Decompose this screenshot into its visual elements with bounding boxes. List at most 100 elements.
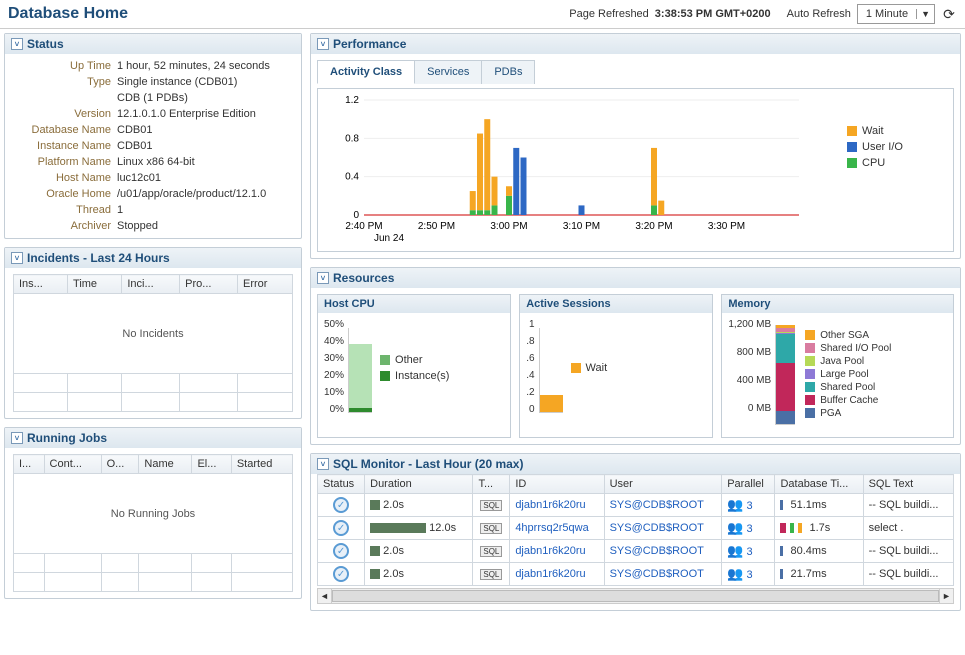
status-label: [13, 92, 111, 104]
table-row[interactable]: ✓ 2.0sSQLdjabn1r6k20ruSYS@CDB$ROOT👥 3 21…: [318, 563, 954, 586]
sql-type-icon: SQL: [480, 523, 502, 534]
column-header[interactable]: Parallel: [722, 475, 775, 494]
status-label: Platform Name: [13, 156, 111, 168]
column-header[interactable]: Pro...: [180, 275, 238, 294]
performance-title: Performance: [333, 37, 406, 51]
page-refreshed-label: Page Refreshed: [569, 8, 649, 20]
status-label: Up Time: [13, 60, 111, 72]
refresh-icon[interactable]: ⟳: [941, 6, 957, 22]
svg-text:2:50 PM: 2:50 PM: [418, 221, 455, 232]
tab-pdbs[interactable]: PDBs: [481, 60, 535, 84]
status-value: /u01/app/oracle/product/12.1.0: [117, 188, 293, 200]
horizontal-scrollbar[interactable]: ◄ ►: [317, 588, 954, 604]
collapse-icon[interactable]: ˅: [317, 458, 329, 470]
table-row[interactable]: ✓ 2.0sSQLdjabn1r6k20ruSYS@CDB$ROOT👥 3 80…: [318, 540, 954, 563]
page-title: Database Home: [8, 5, 128, 23]
parallel-icon: 👥: [727, 543, 743, 558]
activity-chart: 00.40.81.22:40 PM2:50 PM3:00 PM3:10 PM3:…: [324, 95, 847, 245]
sql-type-icon: SQL: [480, 569, 502, 580]
sql-id-link[interactable]: djabn1r6k20ru: [515, 545, 585, 557]
status-label: Type: [13, 76, 111, 88]
collapse-icon[interactable]: ˅: [11, 432, 23, 444]
column-header[interactable]: El...: [192, 455, 231, 474]
svg-text:0.4: 0.4: [345, 172, 359, 183]
legend-item: CPU: [847, 157, 947, 169]
column-header[interactable]: Started: [231, 455, 292, 474]
column-header[interactable]: Status: [318, 475, 365, 494]
column-header[interactable]: I...: [14, 455, 45, 474]
running-jobs-empty: No Running Jobs: [14, 474, 293, 554]
scroll-left-icon[interactable]: ◄: [318, 589, 332, 603]
sql-id-link[interactable]: djabn1r6k20ru: [515, 568, 585, 580]
legend-item: User I/O: [847, 141, 947, 153]
collapse-icon[interactable]: ˅: [317, 272, 329, 284]
status-label: Archiver: [13, 220, 111, 232]
sql-user-link[interactable]: SYS@CDB$ROOT: [610, 545, 704, 557]
column-header[interactable]: SQL Text: [863, 475, 953, 494]
auto-refresh-select[interactable]: 1 Minute ▼: [857, 4, 935, 24]
collapse-icon[interactable]: ˅: [11, 252, 23, 264]
chevron-down-icon: ▼: [916, 9, 934, 19]
host-cpu-title: Host CPU: [318, 295, 510, 313]
page-refreshed-time: 3:38:53 PM GMT+0200: [655, 8, 771, 20]
svg-text:2:40 PM: 2:40 PM: [345, 221, 382, 232]
status-label: Oracle Home: [13, 188, 111, 200]
column-header[interactable]: Cont...: [44, 455, 101, 474]
column-header[interactable]: O...: [101, 455, 139, 474]
sql-id-link[interactable]: 4hprrsq2r5qwa: [515, 522, 588, 534]
auto-refresh-value: 1 Minute: [858, 8, 916, 20]
scroll-right-icon[interactable]: ►: [939, 589, 953, 603]
svg-text:3:10 PM: 3:10 PM: [563, 221, 600, 232]
collapse-icon[interactable]: ˅: [317, 38, 329, 50]
sql-user-link[interactable]: SYS@CDB$ROOT: [610, 499, 704, 511]
column-header[interactable]: User: [604, 475, 722, 494]
table-row[interactable]: ✓ 12.0sSQL4hprrsq2r5qwaSYS@CDB$ROOT👥 3 1…: [318, 517, 954, 540]
parallel-icon: 👥: [727, 497, 743, 512]
status-value: 1 hour, 52 minutes, 24 seconds: [117, 60, 293, 72]
svg-text:0: 0: [353, 210, 359, 221]
running-jobs-title: Running Jobs: [27, 431, 107, 445]
column-header[interactable]: Name: [139, 455, 192, 474]
column-header[interactable]: Inci...: [122, 275, 180, 294]
column-header[interactable]: Ins...: [14, 275, 68, 294]
tab-activity-class[interactable]: Activity Class: [317, 60, 415, 84]
status-label: Instance Name: [13, 140, 111, 152]
collapse-icon[interactable]: ˅: [11, 38, 23, 50]
column-header[interactable]: Duration: [365, 475, 473, 494]
tab-services[interactable]: Services: [414, 60, 482, 84]
parallel-icon: 👥: [727, 520, 743, 535]
status-title: Status: [27, 37, 64, 51]
performance-panel: ˅ Performance Activity ClassServicesPDBs…: [310, 33, 961, 259]
check-icon: ✓: [333, 566, 349, 582]
status-label: Database Name: [13, 124, 111, 136]
column-header[interactable]: ID: [510, 475, 604, 494]
sql-user-link[interactable]: SYS@CDB$ROOT: [610, 568, 704, 580]
memory-panel: Memory 1,200 MB800 MB400 MB0 MBOther SGA…: [721, 294, 954, 438]
host-cpu-panel: Host CPU 50%40%30%20%10%0%OtherInstance(…: [317, 294, 511, 438]
sql-user-link[interactable]: SYS@CDB$ROOT: [610, 522, 704, 534]
incidents-title: Incidents - Last 24 Hours: [27, 251, 170, 265]
status-label: Version: [13, 108, 111, 120]
status-label: Thread: [13, 204, 111, 216]
sql-id-link[interactable]: djabn1r6k20ru: [515, 499, 585, 511]
column-header[interactable]: Error: [238, 275, 293, 294]
table-row[interactable]: ✓ 2.0sSQLdjabn1r6k20ruSYS@CDB$ROOT👥 3 51…: [318, 494, 954, 517]
status-value: 1: [117, 204, 293, 216]
parallel-icon: 👥: [727, 566, 743, 581]
svg-text:1.2: 1.2: [345, 95, 359, 106]
status-label: Host Name: [13, 172, 111, 184]
legend-item: Wait: [847, 125, 947, 137]
column-header[interactable]: Time: [68, 275, 122, 294]
column-header[interactable]: T...: [473, 475, 510, 494]
resources-title: Resources: [333, 271, 394, 285]
status-value: CDB (1 PDBs): [117, 92, 293, 104]
column-header[interactable]: Database Ti...: [775, 475, 863, 494]
incidents-table: Ins...TimeInci...Pro...Error No Incident…: [13, 274, 293, 412]
status-panel: ˅ Status Up Time 1 hour, 52 minutes, 24 s…: [4, 33, 302, 239]
memory-title: Memory: [722, 295, 953, 313]
svg-text:3:00 PM: 3:00 PM: [490, 221, 527, 232]
scrollbar-thumb[interactable]: [332, 590, 939, 602]
svg-text:Jun 24: Jun 24: [374, 233, 404, 244]
svg-text:3:20 PM: 3:20 PM: [635, 221, 672, 232]
active-sessions-title: Active Sessions: [520, 295, 712, 313]
